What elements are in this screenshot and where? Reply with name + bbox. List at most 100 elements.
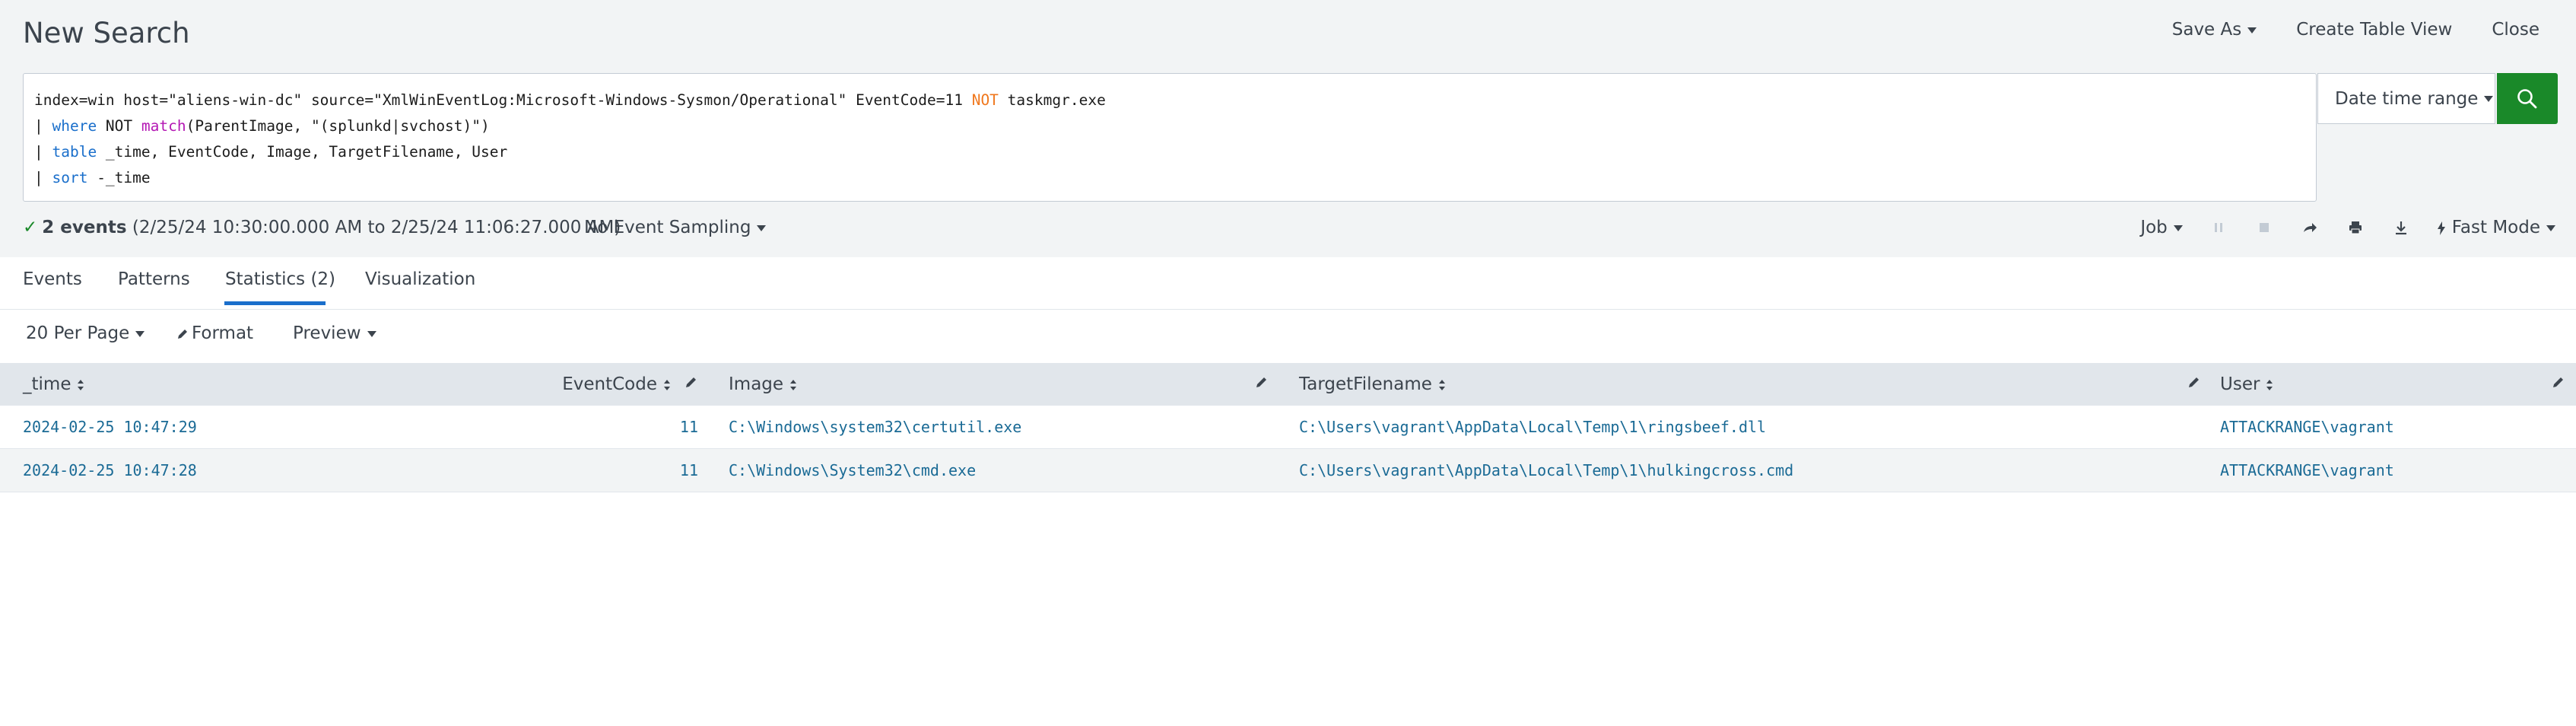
save-as-button[interactable]: Save As [2172, 20, 2257, 40]
job-controls: Job Fast Mode [2140, 218, 2555, 237]
column-header-eventcode[interactable]: EventCode [532, 363, 707, 406]
search-mode-dropdown[interactable]: Fast Mode [2437, 218, 2555, 237]
time-range-text: (2/25/24 10:30:00.000 AM to 2/25/24 11:0… [132, 218, 621, 237]
per-page-dropdown[interactable]: 20 Per Page [26, 323, 145, 343]
query-text: taskmgr.exe [998, 91, 1106, 109]
query-text: (ParentImage, "(splunkd|svchost)") [186, 117, 490, 135]
chevron-down-icon [2173, 224, 2183, 231]
sort-icon [78, 379, 84, 390]
job-label: Job [2140, 218, 2168, 237]
search-button[interactable] [2497, 73, 2558, 124]
query-command: sort [52, 169, 88, 186]
query-line-4: | sort -_time [24, 165, 2316, 191]
job-menu[interactable]: Job [2140, 218, 2183, 237]
cell-time[interactable]: 2024-02-25 10:47:28 [0, 449, 532, 492]
tab-patterns[interactable]: Patterns [118, 269, 190, 289]
cell-image[interactable]: C:\Windows\System32\cmd.exe [707, 449, 1276, 492]
chevron-down-icon [2247, 27, 2257, 33]
query-command: table [52, 143, 97, 161]
page-title: New Search [23, 17, 190, 49]
sort-icon [2266, 379, 2273, 390]
preview-label: Preview [293, 323, 361, 343]
create-table-view-button[interactable]: Create Table View [2296, 20, 2452, 40]
event-count: 2 events [42, 218, 127, 237]
event-sampling-dropdown[interactable]: No Event Sampling [584, 218, 767, 237]
check-icon: ✓ [23, 218, 38, 237]
edit-column-icon[interactable] [2187, 375, 2201, 389]
edit-column-icon[interactable] [684, 375, 698, 389]
table-header-row: _time EventCode Image TargetFilename Use… [0, 363, 2576, 406]
date-range-picker[interactable]: Date time range [2317, 73, 2495, 124]
chevron-down-icon [135, 330, 145, 337]
date-range-label: Date time range [2335, 88, 2479, 109]
results-toolbar: 20 Per Page Format Preview [0, 310, 2576, 361]
table-row: 2024-02-25 10:47:28 11 C:\Windows\System… [0, 448, 2576, 492]
download-icon[interactable] [2391, 218, 2411, 237]
query-pipe: | [34, 169, 52, 186]
cell-targetfilename[interactable]: C:\Users\vagrant\AppData\Local\Temp\1\ri… [1276, 406, 2210, 449]
query-text: -_time [87, 169, 151, 186]
query-pipe: | [34, 143, 52, 161]
sort-icon [790, 379, 797, 390]
cell-user[interactable]: ATTACKRANGE\vagrant [2210, 406, 2576, 449]
cell-eventcode[interactable]: 11 [532, 406, 707, 449]
chevron-down-icon [367, 330, 376, 337]
stop-icon[interactable] [2254, 218, 2274, 237]
sort-icon [1438, 379, 1445, 390]
active-tab-indicator [224, 301, 326, 305]
cell-user[interactable]: ATTACKRANGE\vagrant [2210, 449, 2576, 492]
cell-eventcode[interactable]: 11 [532, 449, 707, 492]
search-mode-label: Fast Mode [2451, 218, 2540, 237]
query-keyword: NOT [971, 91, 999, 109]
column-label: TargetFilename [1299, 374, 1432, 394]
query-pipe: | [34, 117, 52, 135]
format-button[interactable]: Format [176, 323, 253, 343]
column-header-time[interactable]: _time [0, 363, 532, 406]
edit-column-icon[interactable] [1255, 375, 1269, 389]
close-button[interactable]: Close [2492, 20, 2539, 40]
chevron-down-icon [2484, 95, 2494, 102]
job-status-bar: ✓ 2 events (2/25/24 10:30:00.000 AM to 2/… [23, 218, 2555, 240]
column-header-user[interactable]: User [2210, 363, 2576, 406]
query-line-2: | where NOT match(ParentImage, "(splunkd… [24, 113, 2316, 139]
edit-column-icon[interactable] [2552, 375, 2565, 389]
column-label: EventCode [562, 374, 657, 394]
header-actions: Save As Create Table View Close [2172, 20, 2539, 40]
save-as-label: Save As [2171, 20, 2242, 40]
query-text: _time, EventCode, Image, TargetFilename,… [97, 143, 508, 161]
event-sampling-label: No Event Sampling [584, 218, 751, 237]
search-query-editor[interactable]: index=win host="aliens-win-dc" source="X… [23, 73, 2317, 202]
search-icon [2517, 88, 2537, 108]
chevron-down-icon [2546, 224, 2555, 231]
cell-targetfilename[interactable]: C:\Users\vagrant\AppData\Local\Temp\1\hu… [1276, 449, 2210, 492]
column-header-targetfilename[interactable]: TargetFilename [1276, 363, 2210, 406]
query-line-1: index=win host="aliens-win-dc" source="X… [24, 88, 2316, 113]
share-icon[interactable] [2300, 218, 2320, 237]
column-label: User [2220, 374, 2260, 394]
column-header-image[interactable]: Image [707, 363, 1276, 406]
query-function: match [141, 117, 186, 135]
lightning-icon [2437, 221, 2445, 235]
query-text: index=win host="aliens-win-dc" source="X… [34, 91, 972, 109]
cell-image[interactable]: C:\Windows\system32\certutil.exe [707, 406, 1276, 449]
column-label: _time [23, 374, 71, 394]
print-icon[interactable] [2346, 218, 2365, 237]
format-label: Format [192, 323, 254, 343]
sort-icon [664, 379, 670, 390]
per-page-label: 20 Per Page [26, 323, 130, 343]
query-line-3: | table _time, EventCode, Image, TargetF… [24, 139, 2316, 165]
results-tabs: Events Patterns Statistics (2) Visualiza… [0, 257, 2576, 310]
column-label: Image [729, 374, 784, 394]
tab-events[interactable]: Events [23, 269, 82, 289]
preview-dropdown[interactable]: Preview [293, 323, 376, 343]
results-table: _time EventCode Image TargetFilename Use… [0, 363, 2576, 492]
chevron-down-icon [757, 224, 767, 231]
query-text: NOT [97, 117, 141, 135]
tab-visualization[interactable]: Visualization [365, 269, 475, 289]
pencil-icon [178, 329, 187, 339]
tab-statistics[interactable]: Statistics (2) [225, 269, 335, 289]
query-command: where [52, 117, 97, 135]
pause-icon[interactable] [2209, 218, 2228, 237]
table-row: 2024-02-25 10:47:29 11 C:\Windows\system… [0, 406, 2576, 449]
cell-time[interactable]: 2024-02-25 10:47:29 [0, 406, 532, 449]
